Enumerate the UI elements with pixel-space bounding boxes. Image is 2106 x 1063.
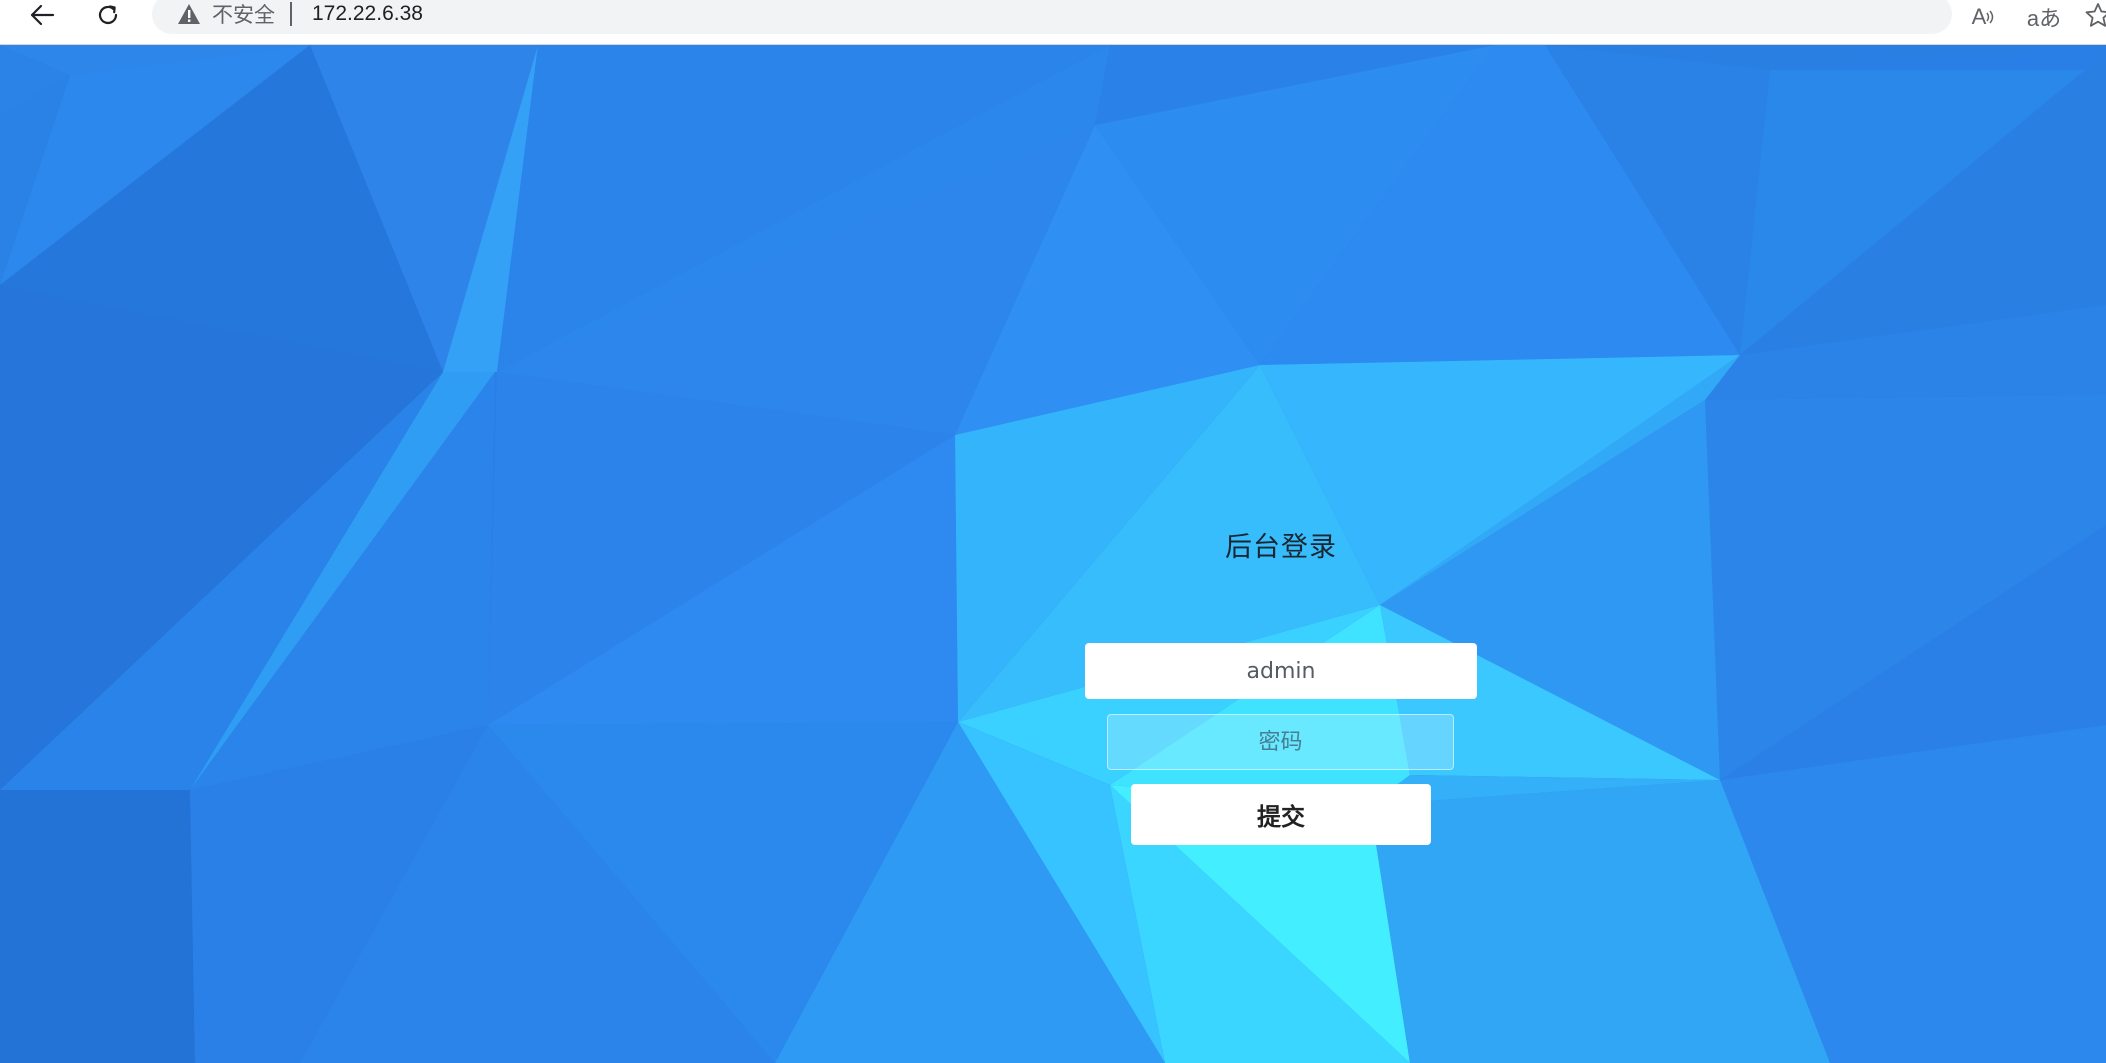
warning-triangle-icon[interactable] bbox=[176, 1, 202, 27]
arrow-left-icon bbox=[29, 4, 55, 30]
password-input[interactable] bbox=[1107, 714, 1454, 770]
submit-button[interactable]: 提交 bbox=[1131, 784, 1431, 845]
reload-button[interactable] bbox=[88, 0, 128, 34]
favorite-button[interactable] bbox=[2084, 0, 2106, 34]
address-divider bbox=[290, 2, 292, 26]
address-bar[interactable]: 不安全 172.22.6.38 bbox=[152, 0, 1952, 34]
url-text[interactable]: 172.22.6.38 bbox=[312, 2, 423, 26]
polygon-background bbox=[0, 45, 2106, 1063]
security-status-label[interactable]: 不安全 bbox=[212, 0, 275, 29]
read-aloud-icon: A bbox=[1971, 4, 1987, 29]
login-page: 后台登录 提交 bbox=[0, 45, 2106, 1063]
username-input[interactable] bbox=[1085, 643, 1477, 699]
reload-icon bbox=[95, 2, 121, 32]
sound-waves-icon bbox=[1986, 10, 1994, 24]
browser-toolbar: 不安全 172.22.6.38 A aあ bbox=[0, 0, 2106, 45]
star-icon bbox=[2084, 2, 2106, 32]
login-title: 后台登录 bbox=[1225, 532, 1337, 563]
translate-icon: aあ bbox=[2026, 6, 2062, 31]
browser-window: 不安全 172.22.6.38 A aあ 后台登录 admin 提交 bbox=[0, 0, 2106, 1063]
translate-button[interactable]: aあ bbox=[2024, 0, 2064, 34]
back-button[interactable] bbox=[22, 0, 62, 34]
read-aloud-button[interactable]: A bbox=[1964, 0, 2004, 34]
